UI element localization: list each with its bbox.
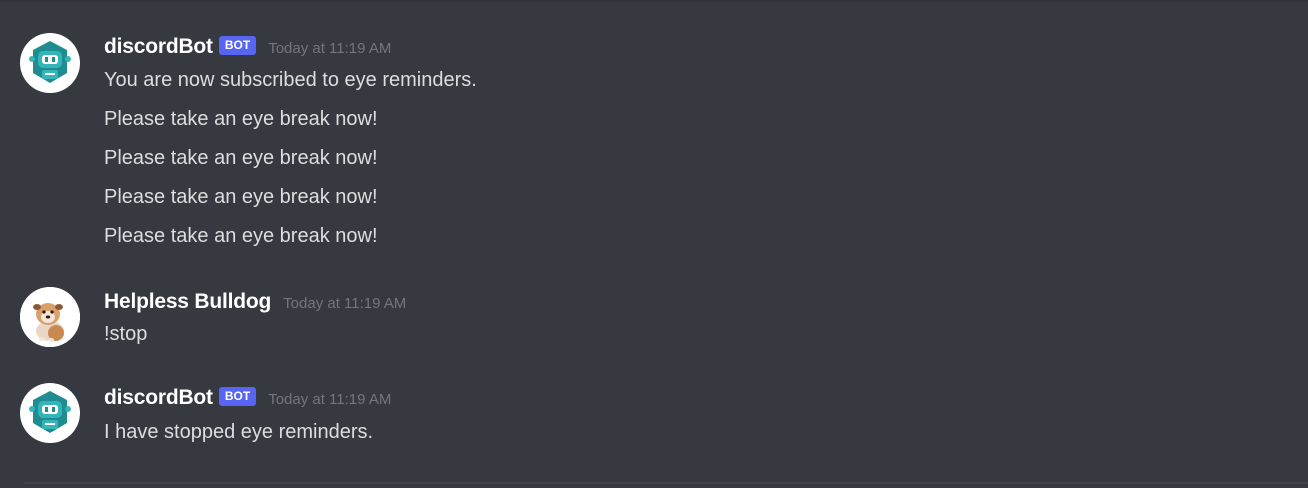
bot-tag: BOT (218, 386, 257, 406)
message-text: I have stopped eye reminders. (104, 421, 374, 443)
message-header: discordBot BOT Today at 11:19 AM (104, 34, 391, 60)
message-text: Please take an eye break now! (104, 147, 378, 169)
message-text: Please take an eye break now! (104, 186, 378, 208)
message-text: Please take an eye break now! (104, 225, 378, 247)
robot-icon (29, 391, 71, 433)
chat-messages: discordBot BOT Today at 11:19 AM You are… (0, 0, 1308, 488)
message-text: !stop (104, 323, 148, 345)
avatar[interactable] (20, 33, 80, 93)
bot-tag: BOT (218, 35, 257, 55)
username[interactable]: Helpless Bulldog (104, 290, 271, 314)
message-input-edge (24, 482, 1308, 484)
robot-icon (29, 41, 71, 83)
bulldog-avatar (20, 287, 80, 347)
avatar[interactable] (20, 383, 80, 443)
avatar[interactable] (20, 287, 80, 347)
username[interactable]: discordBot (104, 35, 213, 59)
message-text: You are now subscribed to eye reminders. (104, 69, 477, 91)
timestamp[interactable]: Today at 11:19 AM (268, 40, 391, 57)
message-header: Helpless Bulldog Today at 11:19 AM (104, 289, 406, 315)
username[interactable]: discordBot (104, 386, 213, 410)
message-header: discordBot BOT Today at 11:19 AM (104, 385, 391, 411)
timestamp[interactable]: Today at 11:19 AM (268, 391, 391, 408)
message-text: Please take an eye break now! (104, 108, 378, 130)
timestamp[interactable]: Today at 11:19 AM (283, 295, 406, 312)
